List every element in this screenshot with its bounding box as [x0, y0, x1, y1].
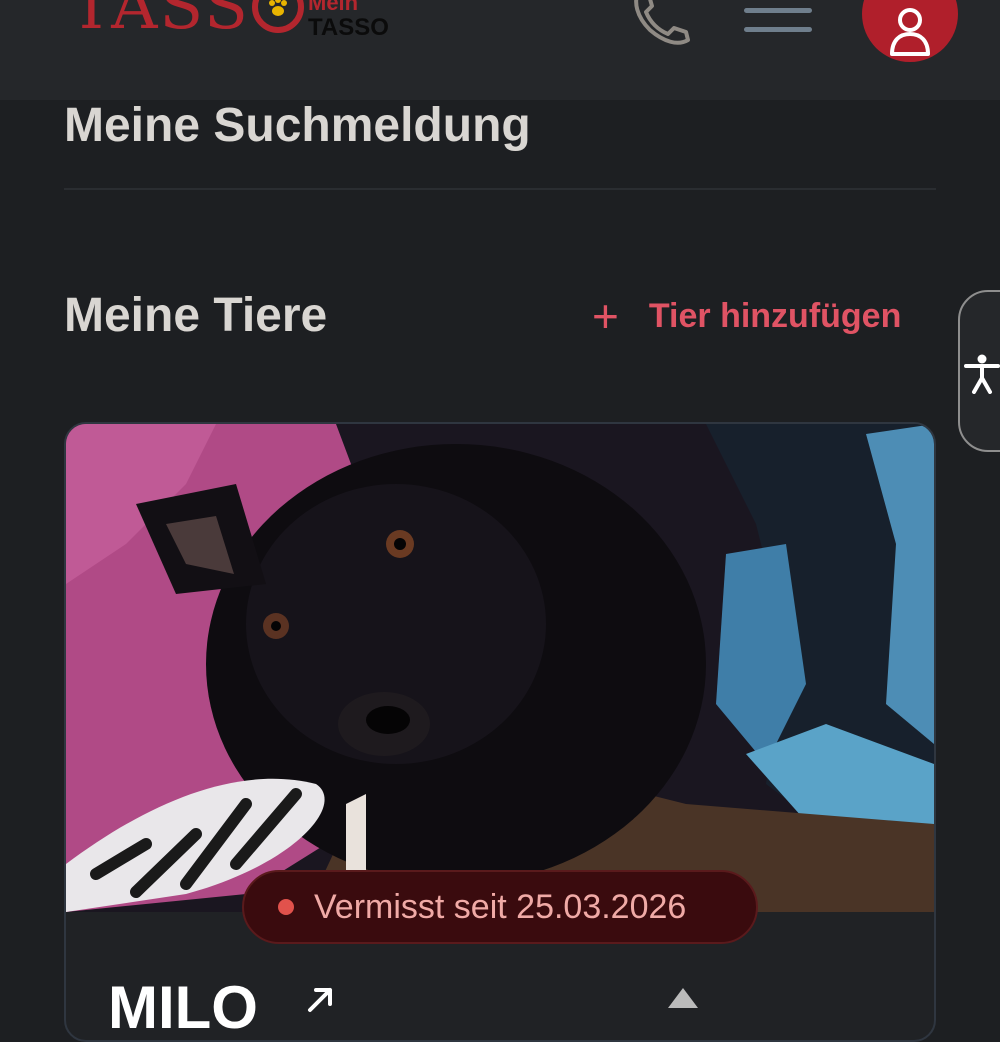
add-pet-button[interactable]: + Tier hinzufügen: [592, 290, 902, 342]
pet-card[interactable]: [64, 422, 936, 1042]
status-text: Vermisst seit 25.03.2026: [314, 887, 687, 926]
phone-button[interactable]: [628, 0, 694, 48]
menu-icon: [744, 8, 812, 13]
top-navigation-bar: TASS Mein TASSO: [0, 0, 1000, 100]
pet-name: MILO: [108, 974, 258, 1041]
pet-action-icon[interactable]: [668, 988, 698, 1008]
paw-icon: [251, 0, 304, 33]
tasso-logo[interactable]: TASS: [70, 0, 304, 44]
add-pet-label: Tier hinzufügen: [648, 296, 902, 335]
status-dot-icon: [278, 899, 294, 915]
menu-button[interactable]: [744, 8, 812, 40]
menu-icon-bar: [744, 27, 812, 32]
missing-status-badge: Vermisst seit 25.03.2026: [242, 870, 758, 944]
logo-text: TASS: [70, 0, 250, 44]
mein-tasso-label[interactable]: Mein TASSO: [308, 0, 389, 40]
pet-photo: [66, 424, 934, 912]
account-button[interactable]: [862, 0, 958, 62]
user-icon: [890, 8, 930, 56]
accessibility-icon: [964, 354, 1000, 394]
tasso-label: TASSO: [308, 14, 389, 41]
section-divider: [64, 188, 936, 190]
mein-label: Mein: [308, 0, 359, 15]
search-section-title: Meine Suchmeldung: [64, 99, 531, 152]
accessibility-button[interactable]: [958, 290, 1000, 452]
pets-section-title: Meine Tiere: [64, 289, 328, 342]
phone-icon: [634, 0, 690, 45]
external-link-icon[interactable]: [302, 984, 336, 1018]
plus-icon: +: [592, 290, 619, 342]
